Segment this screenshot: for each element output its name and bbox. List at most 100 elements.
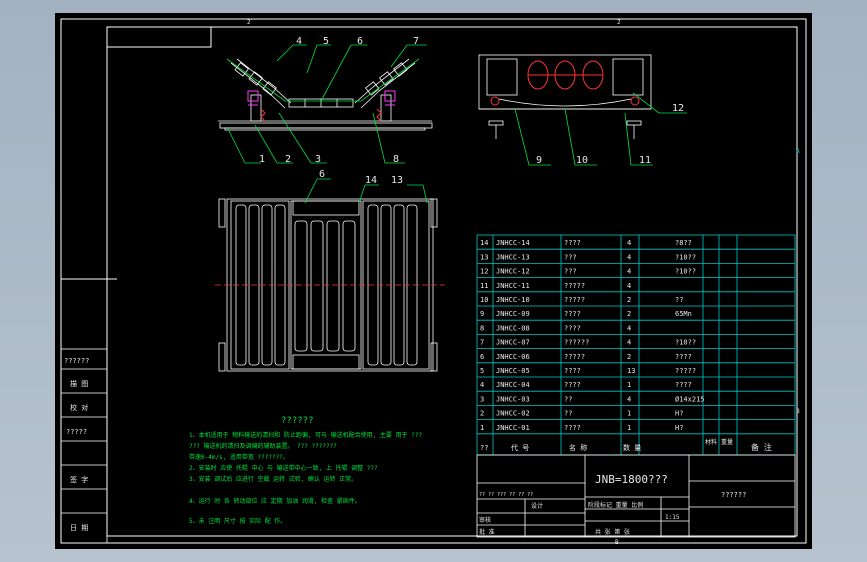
bom-cell-note: ???? <box>675 353 692 361</box>
bom-cell-no: 7 <box>480 339 484 347</box>
plan-center-slot-2 <box>310 220 324 352</box>
left-label-5: 签 字 <box>70 475 88 484</box>
bom-cell-note: ?8?? <box>675 239 692 247</box>
bom-cell-no: 10 <box>480 296 488 304</box>
bom-cell-code: JNHCC-08 <box>496 324 530 332</box>
bom-header-qty: 数 量 <box>623 443 641 452</box>
bom-cell-name: ????? <box>564 353 585 361</box>
callout-7: 7 <box>413 36 419 47</box>
bom-cell-qty: 4 <box>627 282 631 290</box>
bom-cell-qty: 1 <box>627 410 631 418</box>
bom-cell-note: ????? <box>675 367 696 375</box>
left-strip: ?????? 描 图 校 对 ????? 签 字 日 期 <box>60 348 108 544</box>
end-view-spring-plate <box>498 98 632 107</box>
top-left-code-box <box>107 27 212 48</box>
sign-row-approve: 批 准 <box>479 528 495 536</box>
bom-cell-code: JNHCC-11 <box>496 282 530 290</box>
callout-2: 2 <box>285 154 291 165</box>
drawing-sheet: 2 2 B A B 4 5 6 7 1 2 3 8 12 9 10 11 6 1… <box>55 13 812 549</box>
plan-view-frame <box>226 198 434 372</box>
plan-callout-6: 6 <box>319 169 325 180</box>
callout-6: 6 <box>357 36 363 47</box>
right-support-post <box>380 94 392 122</box>
bom-cell-qty: 4 <box>627 239 631 247</box>
bom-cell-code: JNHCC-07 <box>496 339 530 347</box>
bom-cell-qty: 4 <box>627 324 631 332</box>
sign-row-design: 设计 <box>531 502 543 510</box>
bom-cell-name: ????? <box>564 282 585 290</box>
left-label-1: ?????? <box>64 357 89 365</box>
plan-bottom-belt-band <box>292 354 360 370</box>
bom-cell-name: ??? <box>564 253 577 261</box>
end-view-left-pivot <box>490 96 500 106</box>
leader-4 <box>276 44 307 62</box>
notes-line-2: ??? 输送机的清扫及调偏的辅助装置。 ??? ??????? <box>189 442 337 450</box>
bom-cell-code: JNHCC-14 <box>496 239 530 247</box>
zone-marker-top-2: 2 <box>617 19 621 26</box>
bom-cell-qty: 2 <box>627 310 631 318</box>
left-support-post <box>250 94 262 122</box>
bom-cell-qty: 1 <box>627 424 631 432</box>
plan-right-bracket-bottom <box>430 342 438 372</box>
bom-header-code: 代 号 <box>511 443 529 452</box>
bom-cell-code: JNHCC-12 <box>496 268 530 276</box>
left-label-2: 描 图 <box>70 379 88 388</box>
technical-notes: ?????? 1、本机适用于 物料输送的清扫和 防止跑偏, 可与 输送机配合使用… <box>189 416 422 525</box>
leader-9 <box>514 108 551 166</box>
bom-cell-no: 3 <box>480 395 484 403</box>
plan-top-belt-band <box>292 200 360 216</box>
sign-row-review: 审核 <box>479 516 491 524</box>
notes-line-1: 1、本机适用于 物料输送的清扫和 防止跑偏, 可与 输送机配合使用, 主要 用于… <box>189 431 422 439</box>
bom-cell-qty: 1 <box>627 381 631 389</box>
callout-8: 8 <box>393 154 399 165</box>
engineering-drawing: 2 2 B A B 4 5 6 7 1 2 3 8 12 9 10 11 6 1… <box>60 18 807 546</box>
plan-callout-13: 13 <box>391 175 403 186</box>
left-strip-box <box>60 348 108 544</box>
bom-cell-code: JNHCC-03 <box>496 395 530 403</box>
callout-11: 11 <box>639 155 651 166</box>
bom-cell-code: JNHCC-06 <box>496 353 530 361</box>
leader-7 <box>390 44 427 68</box>
bom-cell-note: 65Mn <box>675 310 692 318</box>
scale-value: 1:15 <box>665 514 680 521</box>
plan-right-bracket-top <box>430 198 438 228</box>
bom-cell-code: JNHCC-13 <box>496 253 530 261</box>
bom-cell-no: 11 <box>480 282 488 290</box>
end-view-right-panel <box>612 58 644 96</box>
bom-cell-no: 6 <box>480 353 484 361</box>
bom-header-material: 材料 <box>705 438 717 446</box>
left-label-4: ????? <box>66 428 87 436</box>
bom-rows: 14 JNHCC-14???? 4 ?8??13 JNHCC-13??? 4 ?10??12… <box>480 239 705 432</box>
side-view-base-lower <box>224 127 426 131</box>
right-spring-coil <box>376 108 382 122</box>
cad-viewport[interactable]: 2 2 B A B 4 5 6 7 1 2 3 8 12 9 10 11 6 1… <box>0 0 867 562</box>
callout-10: 10 <box>576 155 588 166</box>
end-view-left-foot <box>488 120 504 126</box>
bom-cell-name: ????? <box>564 296 585 304</box>
bom-cell-note: H? <box>675 424 683 432</box>
bom-cell-qty: 4 <box>627 253 631 261</box>
side-view-base-plate <box>219 122 433 129</box>
bom-cell-no: 12 <box>480 268 488 276</box>
notes-line-6: 4、运行 时 各 转动部位 应 定期 加油 润滑, 检查 紧固件。 <box>189 497 361 505</box>
end-view-left-panel <box>486 58 518 96</box>
bom-cell-name: ?????? <box>564 339 589 347</box>
callout-5: 5 <box>323 36 329 47</box>
company-name: ?????? <box>721 491 746 499</box>
callout-3: 3 <box>315 154 321 165</box>
callout-4: 4 <box>296 36 302 47</box>
outer-frame-border <box>60 18 807 544</box>
bom-cell-note: ?10?? <box>675 339 696 347</box>
bom-header-weight: 重量 <box>721 438 733 446</box>
callout-12: 12 <box>672 103 684 114</box>
bom-header-name: 名 称 <box>569 443 587 452</box>
leader-8 <box>372 112 405 164</box>
bom-cell-no: 5 <box>480 367 484 375</box>
bom-cell-code: JNHCC-09 <box>496 310 530 318</box>
callout-1: 1 <box>259 154 265 165</box>
drawing-name: JNB=1800??? <box>595 473 668 486</box>
bom-cell-no: 2 <box>480 410 484 418</box>
bom-cell-note: ?10?? <box>675 268 696 276</box>
zone-marker-top: 2 <box>247 19 251 26</box>
leader-plan-13 <box>407 184 428 204</box>
